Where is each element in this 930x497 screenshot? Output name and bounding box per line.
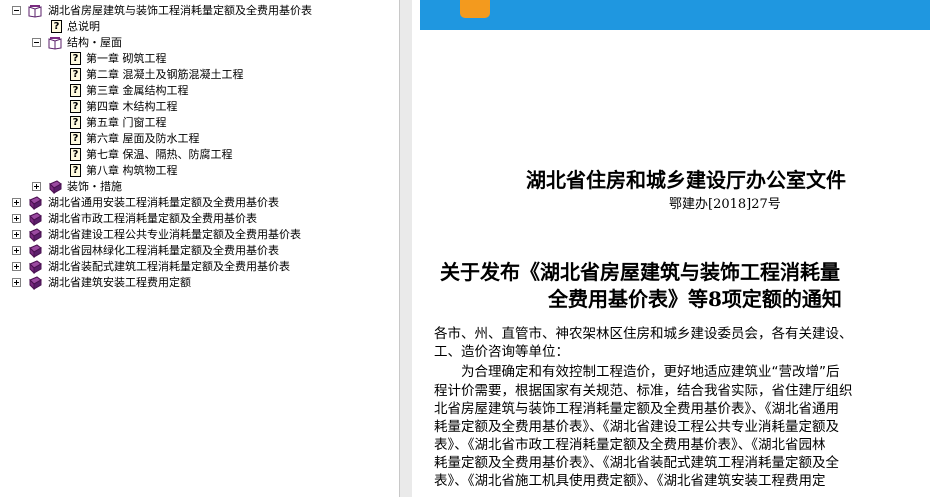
body-line: 耗量定额及全费用基价表》、《湖北省建设工程公共专业消耗量定额及 bbox=[434, 419, 839, 435]
open-book-icon bbox=[28, 5, 42, 18]
body-line: 耗量定额及全费用基价表》、《湖北省装配式建筑工程消耗量定额及全 bbox=[434, 455, 839, 471]
book-icon bbox=[29, 196, 42, 210]
document-title-line2: 全费用基价表》等8项定额的通知 bbox=[548, 287, 842, 311]
expand-toggle-icon[interactable] bbox=[12, 246, 21, 255]
body-line: 各市、州、直管市、神农架林区住房和城乡建设委员会，各有关建设、 bbox=[434, 326, 853, 342]
banner-logo-icon bbox=[460, 0, 490, 18]
tree-label: 第四章 木结构工程 bbox=[86, 100, 178, 113]
body-line: 表》、《湖北省市政工程消耗量定额及全费用基价表》、《湖北省园林 bbox=[434, 437, 826, 453]
collapse-toggle-icon[interactable] bbox=[32, 38, 41, 47]
tree-label: 第二章 混凝土及钢筋混凝土工程 bbox=[86, 68, 244, 81]
book-icon bbox=[29, 276, 42, 290]
document-number: 鄂建办[2018]27号 bbox=[669, 197, 781, 212]
expand-toggle-icon[interactable] bbox=[12, 198, 21, 207]
collapse-toggle-icon[interactable] bbox=[12, 6, 21, 15]
tree-label: 第七章 保温、隔热、防腐工程 bbox=[86, 148, 233, 161]
expand-toggle-icon[interactable] bbox=[32, 182, 41, 191]
document-banner bbox=[420, 0, 930, 30]
tree-label: 湖北省园林绿化工程消耗量定额及全费用基价表 bbox=[48, 244, 279, 257]
help-page-icon: ? bbox=[70, 100, 81, 113]
tree-label: 湖北省市政工程消耗量定额及全费用基价表 bbox=[48, 212, 257, 225]
tree-scrollbar[interactable] bbox=[399, 0, 413, 497]
tree-label: 第一章 砌筑工程 bbox=[86, 52, 167, 65]
tree-label: 装饰・措施 bbox=[67, 180, 122, 193]
book-icon bbox=[29, 212, 42, 226]
body-line: 表》、《湖北省施工机具使用费定额》、《湖北省建筑安装工程费用定 bbox=[434, 473, 826, 489]
tree-label: 结构・屋面 bbox=[67, 36, 122, 49]
tree-label: 湖北省装配式建筑工程消耗量定额及全费用基价表 bbox=[48, 260, 290, 273]
body-line: 北省房屋建筑与装饰工程消耗量定额及全费用基价表》、《湖北省通用 bbox=[434, 401, 839, 417]
body-line: 工、造价咨询等单位： bbox=[434, 344, 569, 360]
tree-label: 湖北省房屋建筑与装饰工程消耗量定额及全费用基价表 bbox=[48, 4, 312, 17]
tree-label: 湖北省通用安装工程消耗量定额及全费用基价表 bbox=[48, 196, 279, 209]
help-page-icon: ? bbox=[51, 20, 62, 33]
help-tree-panel: 湖北省房屋建筑与装饰工程消耗量定额及全费用基价表 ? 总说明 结构・屋面 ? 第… bbox=[0, 0, 400, 497]
expand-toggle-icon[interactable] bbox=[12, 230, 21, 239]
help-page-icon: ? bbox=[70, 132, 81, 145]
body-line: 程计价需要，根据国家有关规范、标准，结合我省实际，省住建厅组织 bbox=[434, 383, 853, 399]
expand-toggle-icon[interactable] bbox=[12, 278, 21, 287]
help-page-icon: ? bbox=[70, 52, 81, 65]
book-icon bbox=[29, 244, 42, 258]
help-page-icon: ? bbox=[70, 116, 81, 129]
issuing-office: 湖北省住房和城乡建设厅办公室文件 bbox=[526, 168, 846, 192]
help-page-icon: ? bbox=[70, 84, 81, 97]
document-panel: 湖北省住房和城乡建设厅办公室文件 鄂建办[2018]27号 关于发布《湖北省房屋… bbox=[412, 0, 930, 497]
help-page-icon: ? bbox=[70, 68, 81, 81]
tree-label: 第六章 屋面及防水工程 bbox=[86, 132, 200, 145]
open-book-icon bbox=[48, 37, 62, 50]
document-title-line1: 关于发布《湖北省房屋建筑与装饰工程消耗量 bbox=[440, 260, 840, 284]
tree-label: 湖北省建设工程公共专业消耗量定额及全费用基价表 bbox=[48, 228, 301, 241]
body-line: 为合理确定和有效控制工程造价，更好地适应建筑业“营改增”后 bbox=[434, 364, 840, 380]
tree-label: 第五章 门窗工程 bbox=[86, 116, 167, 129]
tree-label: 第八章 构筑物工程 bbox=[86, 164, 178, 177]
tree-label: 第三章 金属结构工程 bbox=[86, 84, 189, 97]
tree-label: 总说明 bbox=[67, 20, 100, 33]
expand-toggle-icon[interactable] bbox=[12, 214, 21, 223]
help-page-icon: ? bbox=[70, 164, 81, 177]
help-page-icon: ? bbox=[70, 148, 81, 161]
expand-toggle-icon[interactable] bbox=[12, 262, 21, 271]
tree-label: 湖北省建筑安装工程费用定额 bbox=[48, 276, 191, 289]
book-icon bbox=[29, 260, 42, 274]
book-icon bbox=[49, 180, 62, 194]
book-icon bbox=[29, 228, 42, 242]
